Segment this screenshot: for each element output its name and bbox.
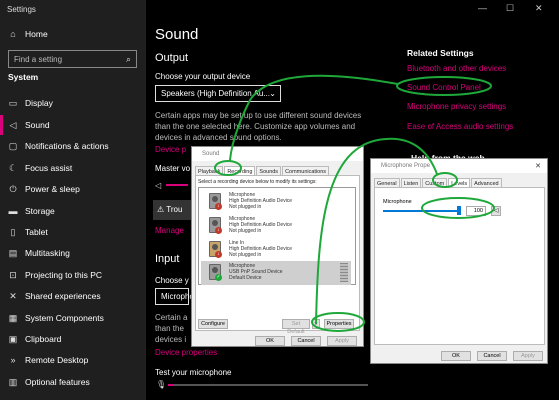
annotation-circle-level-slider (421, 197, 495, 219)
annotation-arrow-to-levels-tab (315, 137, 438, 324)
annotation-arrow-to-recording-tab (229, 74, 399, 161)
annotation-circle-properties-button (311, 312, 365, 332)
annotation-circle-sound-control-panel (396, 76, 492, 96)
annotation-circle-recording-tab (214, 160, 242, 176)
annotation-circle-levels-tab (432, 172, 458, 188)
annotation-overlay (214, 74, 495, 332)
